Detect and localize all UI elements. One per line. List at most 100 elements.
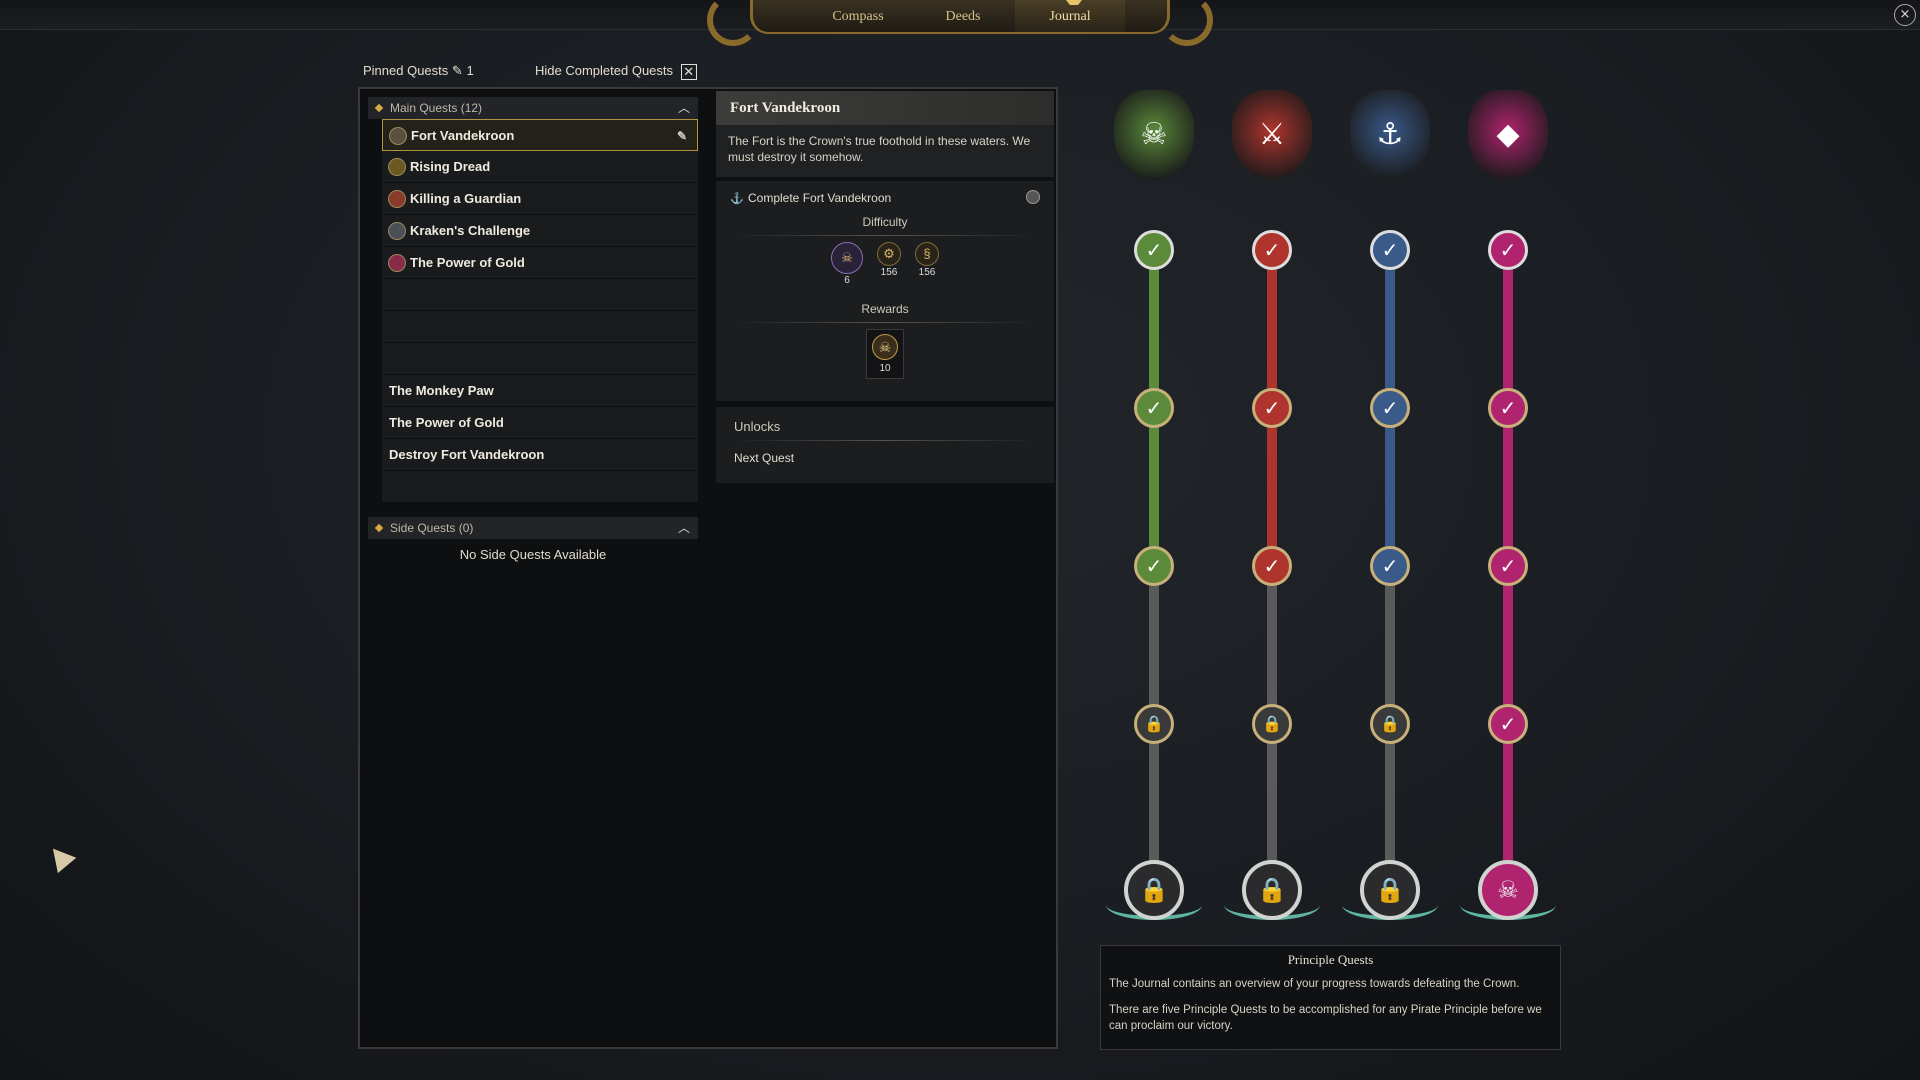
main-quests-header[interactable]: Main Quests (12) ︿ bbox=[368, 97, 698, 119]
check-icon[interactable]: ✓ bbox=[1488, 546, 1528, 586]
tab-frame: Compass Deeds Journal bbox=[707, 0, 1213, 46]
jolly-roger-icon: ☠ bbox=[1140, 117, 1168, 152]
close-icon[interactable]: × bbox=[1894, 4, 1916, 26]
rewards-label: Rewards bbox=[861, 302, 909, 316]
tab-deeds[interactable]: Deeds bbox=[908, 0, 1018, 32]
pinned-count: 1 bbox=[466, 63, 474, 78]
lock-icon[interactable]: 🔒 bbox=[1134, 704, 1174, 744]
check-icon[interactable]: ✓ bbox=[1370, 388, 1410, 428]
divider bbox=[730, 322, 1040, 323]
quest-detail: Fort Vandekroon The Fort is the Crown's … bbox=[716, 91, 1054, 483]
hide-completed-label: Hide Completed Quests bbox=[535, 63, 674, 78]
quest-icon bbox=[389, 127, 407, 145]
quest-label: The Monkey Paw bbox=[389, 383, 494, 398]
list-item[interactable]: Kraken's Challenge bbox=[382, 215, 698, 247]
check-icon[interactable]: ✓ bbox=[1134, 388, 1174, 428]
chevron-up-icon[interactable]: ︿ bbox=[678, 97, 690, 119]
journal-panel: Main Quests (12) ︿ Fort Vandekroon ✎ Ris… bbox=[358, 87, 1058, 1049]
crest[interactable]: ⚓ bbox=[1350, 90, 1430, 180]
quest-label: Kraken's Challenge bbox=[410, 223, 531, 238]
reward-item[interactable]: ☠ 10 bbox=[866, 329, 904, 379]
crossed-swords-icon: ⚔ bbox=[1258, 117, 1286, 152]
diamond-icon bbox=[374, 103, 384, 113]
anchor-icon: ⚓ bbox=[1376, 117, 1404, 152]
tab-journal[interactable]: Journal bbox=[1015, 0, 1125, 32]
principle-quests-box: Principle Quests The Journal contains an… bbox=[1100, 945, 1561, 1050]
principle-text-2: There are five Principle Quests to be ac… bbox=[1109, 1004, 1542, 1032]
progress-bar bbox=[1503, 250, 1513, 724]
pin-icon[interactable]: ✎ bbox=[677, 120, 687, 152]
main-quests-label: Main Quests bbox=[390, 101, 458, 115]
difficulty-scroll: § 156 bbox=[915, 242, 939, 286]
pin-icon: ✎ bbox=[451, 63, 463, 78]
pinned-label: Pinned Quests bbox=[363, 63, 449, 78]
scroll-icon: § bbox=[915, 242, 939, 266]
diamond-icon bbox=[374, 523, 384, 533]
list-item[interactable]: Fort Vandekroon ✎ bbox=[382, 119, 698, 151]
skull-medal-icon: ☠ bbox=[872, 334, 898, 360]
side-quests-label: Side Quests bbox=[390, 521, 456, 535]
list-item[interactable]: The Power of Gold bbox=[382, 407, 698, 439]
check-icon[interactable]: ✓ bbox=[1252, 388, 1292, 428]
side-quests-count: (0) bbox=[458, 521, 474, 535]
hide-completed-toggle[interactable]: Hide Completed Quests ✕ bbox=[535, 63, 697, 80]
divider bbox=[730, 235, 1040, 236]
difficulty-value: 156 bbox=[880, 267, 898, 278]
check-icon[interactable]: ✓ bbox=[1370, 546, 1410, 586]
cursor-icon bbox=[43, 840, 77, 874]
main-quests-count: (12) bbox=[460, 101, 483, 115]
quest-list: Main Quests (12) ︿ Fort Vandekroon ✎ Ris… bbox=[368, 97, 698, 562]
quest-label: Rising Dread bbox=[410, 159, 491, 174]
check-icon[interactable]: ✓ bbox=[1252, 546, 1292, 586]
check-icon[interactable]: ✓ bbox=[1488, 704, 1528, 744]
check-icon[interactable]: ✓ bbox=[1252, 230, 1292, 270]
empty-slot bbox=[382, 279, 698, 311]
empty-slot bbox=[382, 471, 698, 503]
empty-slot bbox=[382, 343, 698, 375]
side-quests-header[interactable]: Side Quests (0) ︿ bbox=[368, 517, 698, 539]
objective-icon: ⚓ bbox=[730, 193, 744, 205]
list-item[interactable]: Rising Dread bbox=[382, 151, 698, 183]
list-item[interactable]: The Monkey Paw bbox=[382, 375, 698, 407]
info-icon[interactable] bbox=[1026, 190, 1040, 204]
empty-slot bbox=[382, 311, 698, 343]
quest-icon bbox=[388, 254, 406, 272]
lock-icon[interactable]: 🔒 bbox=[1124, 860, 1184, 920]
chevron-up-icon[interactable]: ︿ bbox=[678, 517, 690, 539]
no-side-quests-text: No Side Quests Available bbox=[459, 547, 607, 562]
difficulty-value: 6 bbox=[844, 275, 850, 286]
unlocks-label: Unlocks bbox=[734, 419, 781, 434]
list-item[interactable]: Killing a Guardian bbox=[382, 183, 698, 215]
quest-label: Fort Vandekroon bbox=[411, 128, 515, 143]
detail-description: The Fort is the Crown's true foothold in… bbox=[716, 125, 1054, 177]
difficulty-row: ☠ 6 ⚙ 156 § 156 bbox=[730, 242, 1040, 286]
lock-icon[interactable]: 🔒 bbox=[1242, 860, 1302, 920]
difficulty-label: Difficulty bbox=[862, 215, 908, 229]
list-item[interactable]: The Power of Gold bbox=[382, 247, 698, 279]
difficulty-value: 156 bbox=[918, 267, 936, 278]
crest[interactable]: ◆ bbox=[1468, 90, 1548, 180]
unlocks-box: Unlocks Next Quest bbox=[716, 407, 1054, 483]
tab-compass[interactable]: Compass bbox=[803, 0, 913, 32]
principle-text-1: The Journal contains an overview of your… bbox=[1109, 978, 1520, 990]
lock-icon[interactable]: 🔒 bbox=[1252, 704, 1292, 744]
skull-icon[interactable]: ☠ bbox=[1478, 860, 1538, 920]
quest-label: The Power of Gold bbox=[410, 255, 525, 270]
objective-text: Complete Fort Vandekroon bbox=[748, 191, 892, 205]
top-bar: Compass Deeds Journal × bbox=[0, 0, 1920, 46]
lock-icon[interactable]: 🔒 bbox=[1360, 860, 1420, 920]
check-icon[interactable]: ✓ bbox=[1134, 546, 1174, 586]
list-item[interactable]: Destroy Fort Vandekroon bbox=[382, 439, 698, 471]
check-icon[interactable]: ✓ bbox=[1370, 230, 1410, 270]
check-icon[interactable]: ✓ bbox=[1134, 230, 1174, 270]
check-icon[interactable]: ✓ bbox=[1488, 230, 1528, 270]
crest[interactable]: ☠ bbox=[1114, 90, 1194, 180]
lock-icon[interactable]: 🔒 bbox=[1370, 704, 1410, 744]
checkbox-x-icon[interactable]: ✕ bbox=[680, 63, 697, 80]
quest-label: The Power of Gold bbox=[389, 415, 504, 430]
crest[interactable]: ⚔ bbox=[1232, 90, 1312, 180]
pinned-quests[interactable]: Pinned Quests ✎ 1 bbox=[363, 63, 474, 79]
objective-line: ⚓ Complete Fort Vandekroon bbox=[730, 190, 1040, 205]
difficulty-gear: ⚙ 156 bbox=[877, 242, 901, 286]
check-icon[interactable]: ✓ bbox=[1488, 388, 1528, 428]
